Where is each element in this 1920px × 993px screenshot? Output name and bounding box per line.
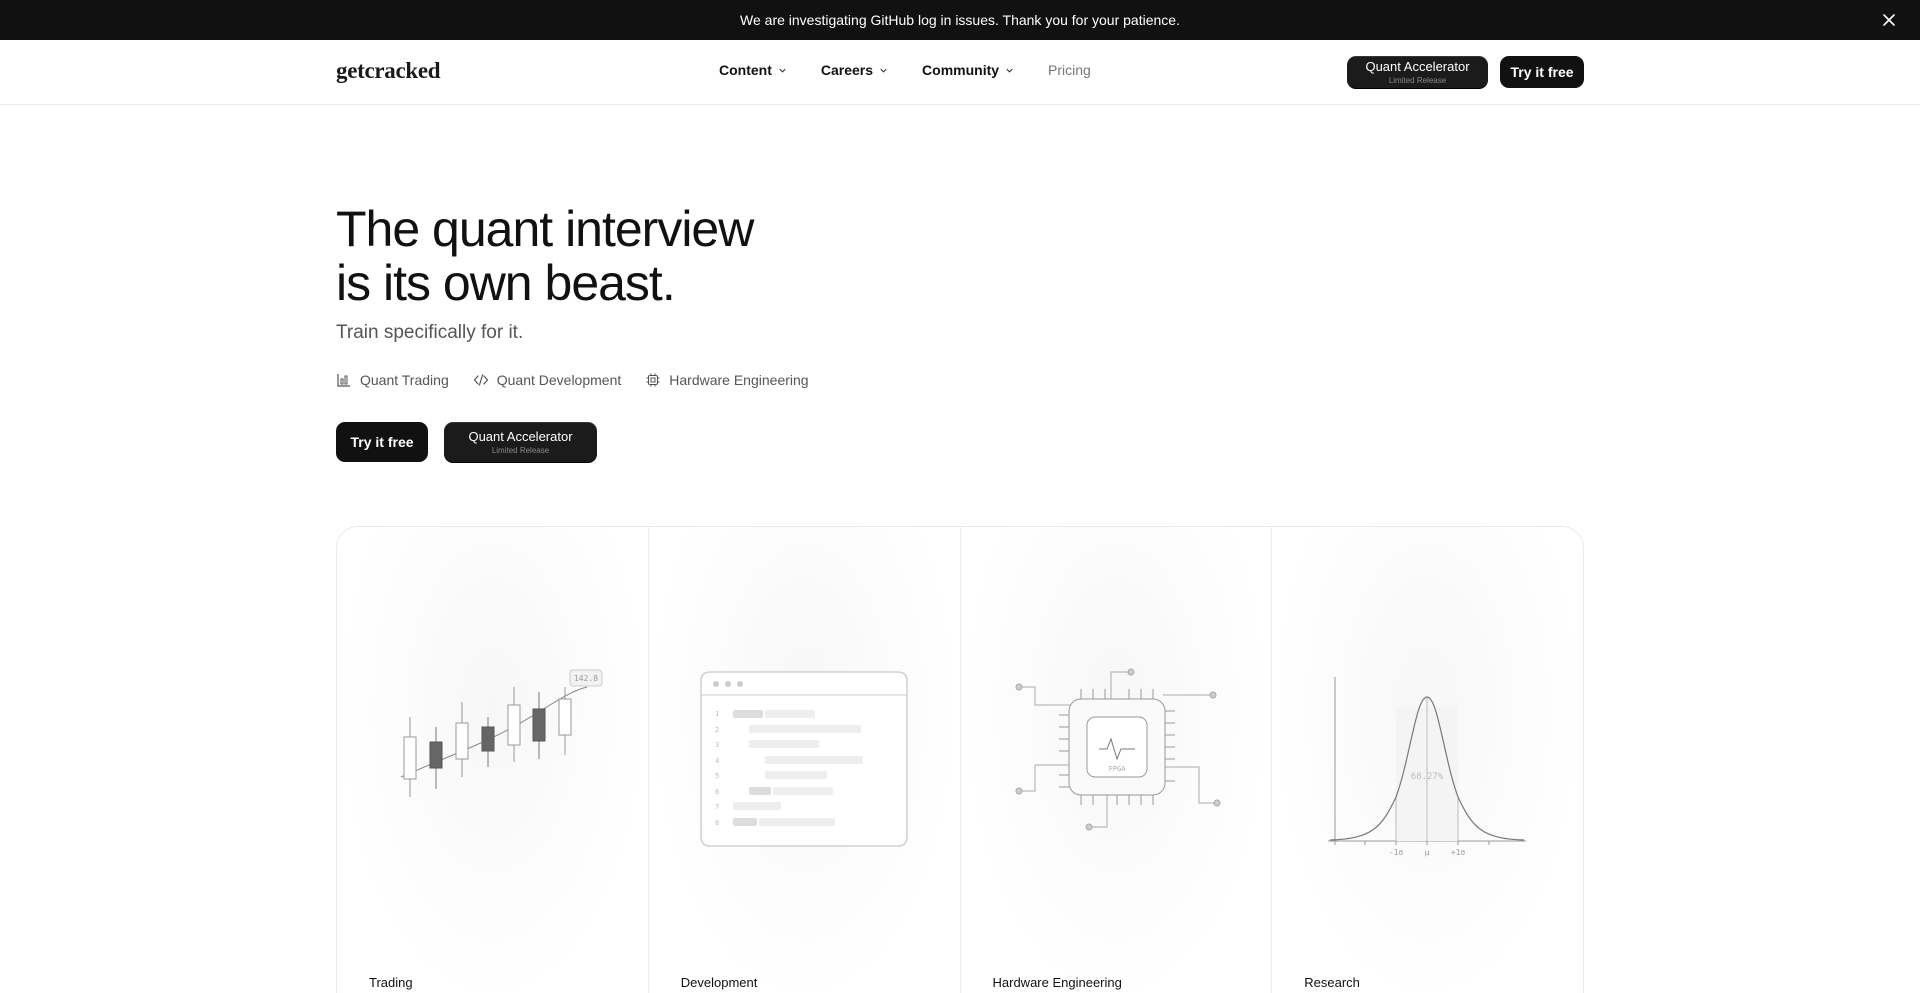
svg-text:2: 2 bbox=[715, 726, 719, 734]
chip-label: FPGA bbox=[1108, 765, 1126, 773]
banner-text: We are investigating GitHub log in issue… bbox=[740, 12, 1180, 28]
card-label: Hardware Engineering bbox=[992, 975, 1122, 990]
card-label: Development bbox=[680, 975, 758, 990]
nav-item-content[interactable]: Content bbox=[719, 62, 787, 78]
button-label: Quant Accelerator bbox=[1365, 58, 1470, 74]
top-nav: getcracked Content Careers Community Pri… bbox=[0, 40, 1920, 105]
svg-text:3: 3 bbox=[715, 741, 719, 749]
probability-label: 68.27% bbox=[1411, 772, 1444, 782]
chevron-down-icon bbox=[880, 68, 887, 73]
nav-item-pricing[interactable]: Pricing bbox=[1048, 62, 1091, 78]
nav-item-label: Pricing bbox=[1048, 62, 1091, 78]
card-development[interactable]: 1 2 3 4 5 6 7 8 Development bbox=[648, 527, 961, 993]
card-hardware-engineering[interactable]: FPGA Hardware Engineering bbox=[960, 527, 1273, 993]
tag-hardware-engineering: Hardware Engineering bbox=[645, 372, 809, 388]
hero-title-line-1: The quant interview bbox=[336, 201, 754, 257]
candlestick-illustration: 142.8 bbox=[400, 669, 603, 797]
svg-text:8: 8 bbox=[715, 819, 719, 827]
track-tags: Quant Trading Quant Development Hardware… bbox=[336, 372, 833, 388]
hero-try-it-free-button[interactable]: Try it free bbox=[336, 422, 428, 462]
try-it-free-button[interactable]: Try it free bbox=[1500, 56, 1584, 88]
card-label: Research bbox=[1304, 975, 1360, 990]
svg-text:5: 5 bbox=[715, 772, 719, 780]
card-trading[interactable]: 142.8 Trading bbox=[337, 527, 649, 993]
normal-distribution-illustration: 68.27% -1σ μ +1σ bbox=[1328, 677, 1527, 857]
logo[interactable]: getcracked bbox=[336, 58, 441, 84]
nav-item-label: Community bbox=[922, 62, 1000, 78]
button-label: Quant Accelerator bbox=[468, 428, 573, 444]
chart-bars-icon bbox=[337, 374, 350, 387]
tag-label: Quant Trading bbox=[360, 372, 449, 388]
tick-label: μ bbox=[1425, 848, 1430, 857]
hero-subtitle: Train specifically for it. bbox=[336, 322, 524, 343]
tick-label: +1σ bbox=[1451, 848, 1466, 857]
chevron-down-icon bbox=[779, 68, 786, 73]
card-research[interactable]: 68.27% -1σ μ +1σ Research bbox=[1272, 527, 1583, 993]
track-cards: 142.8 Trading 1 2 3 4 5 6 7 8 Development FPGA… bbox=[336, 526, 1584, 993]
svg-text:1: 1 bbox=[715, 710, 719, 718]
quant-accelerator-button[interactable]: Quant Accelerator Limited Release bbox=[1347, 56, 1488, 88]
code-icon bbox=[473, 374, 489, 386]
button-sublabel: Limited Release bbox=[491, 445, 550, 455]
code-editor-illustration: 1 2 3 4 5 6 7 8 bbox=[700, 671, 908, 847]
nav-menu: Content Careers Community Pricing bbox=[719, 62, 1125, 78]
tag-label: Quant Development bbox=[496, 372, 622, 388]
close-icon[interactable] bbox=[1880, 11, 1898, 29]
tick-label: -1σ bbox=[1389, 848, 1404, 857]
card-label: Trading bbox=[369, 975, 413, 990]
announcement-banner: We are investigating GitHub log in issue… bbox=[0, 0, 1920, 40]
chip-illustration: FPGA bbox=[1015, 668, 1220, 831]
nav-item-careers[interactable]: Careers bbox=[821, 62, 888, 78]
hero-quant-accelerator-button[interactable]: Quant Accelerator Limited Release bbox=[444, 422, 597, 462]
tag-quant-development: Quant Development bbox=[473, 372, 622, 388]
svg-text:7: 7 bbox=[715, 803, 719, 811]
hero-title: The quant interview is its own beast. bbox=[336, 201, 754, 311]
svg-text:4: 4 bbox=[715, 757, 719, 765]
nav-item-label: Content bbox=[719, 62, 772, 78]
chip-icon bbox=[646, 373, 660, 387]
hero-title-line-2: is its own beast. bbox=[336, 255, 676, 311]
price-badge: 142.8 bbox=[574, 674, 598, 683]
nav-item-label: Careers bbox=[820, 62, 874, 78]
chevron-down-icon bbox=[1006, 68, 1013, 73]
nav-item-community[interactable]: Community bbox=[922, 62, 1014, 78]
svg-text:6: 6 bbox=[715, 788, 719, 796]
button-sublabel: Limited Release bbox=[1388, 75, 1447, 85]
tag-quant-trading: Quant Trading bbox=[336, 372, 449, 388]
tag-label: Hardware Engineering bbox=[669, 372, 809, 388]
